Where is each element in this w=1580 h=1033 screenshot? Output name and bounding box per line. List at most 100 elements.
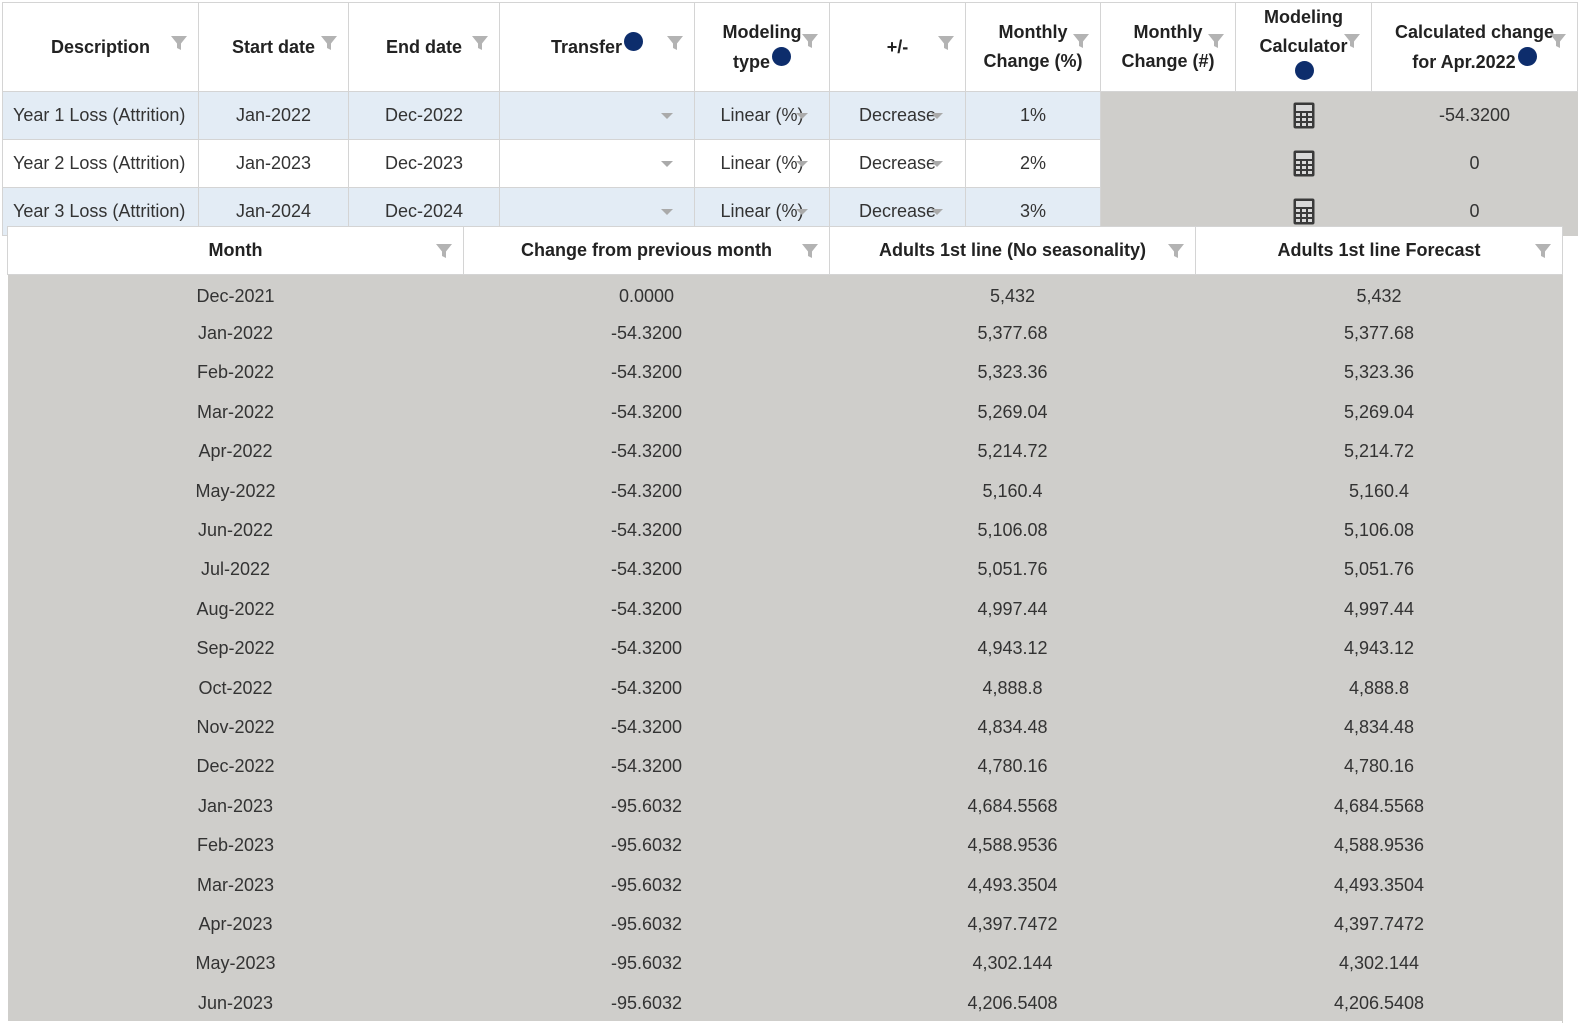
calculator-icon[interactable] (1293, 102, 1315, 129)
column-header-label: Modeling (722, 21, 802, 42)
column-header-monthly-change-pct[interactable]: Monthly Change (%) (965, 2, 1101, 92)
transfer-dropdown[interactable] (499, 91, 695, 140)
table-row: Jun-2022 -54.3200 5,106.08 5,106.08 (7, 510, 1563, 551)
column-header-label: Adults 1st line Forecast (1277, 240, 1481, 260)
no-seasonality-cell: 4,493.3504 (829, 865, 1196, 905)
monthly-change-pct-cell[interactable]: 1% (965, 91, 1101, 140)
calculated-change-cell: -54.3200 (1371, 91, 1578, 140)
filter-icon[interactable] (1534, 242, 1552, 260)
column-header-label: Description (50, 36, 151, 57)
column-header-change-from-previous-month[interactable]: Change from previous month (463, 226, 830, 275)
table-row: Mar-2022 -54.3200 5,269.04 5,269.04 (7, 392, 1563, 433)
month-cell: Dec-2022 (7, 747, 464, 787)
column-header-forecast[interactable]: Adults 1st line Forecast (1195, 226, 1563, 275)
table-row: Jul-2022 -54.3200 5,051.76 5,051.76 (7, 550, 1563, 590)
table-row: Jan-2022 -54.3200 5,377.68 5,377.68 (7, 313, 1563, 354)
column-header-label: for Apr.2022 (1412, 51, 1516, 72)
filter-icon[interactable] (666, 34, 684, 52)
filter-icon[interactable] (435, 242, 453, 260)
calculator-icon[interactable] (1293, 198, 1315, 225)
plus-minus-dropdown[interactable]: Decrease (829, 91, 966, 140)
column-header-monthly-change-num[interactable]: Monthly Change (#) (1100, 2, 1236, 92)
filter-icon[interactable] (170, 34, 188, 52)
modeling-type-dropdown[interactable]: Linear (%) (694, 139, 830, 188)
start-date-text: Jan-2022 (235, 105, 312, 125)
filter-icon[interactable] (937, 34, 955, 52)
column-header-label: type (732, 51, 770, 72)
month-cell: Feb-2022 (7, 353, 464, 393)
forecast-cell: 5,106.08 (1195, 510, 1563, 551)
column-header-end-date[interactable]: End date (348, 2, 500, 92)
change-cell: -54.3200 (463, 629, 830, 669)
chevron-down-icon[interactable] (796, 160, 808, 167)
chevron-down-icon[interactable] (796, 112, 808, 119)
info-icon[interactable] (624, 32, 644, 51)
chevron-down-icon[interactable] (931, 208, 943, 215)
info-icon[interactable] (1517, 46, 1537, 66)
plus-minus-dropdown[interactable]: Decrease (829, 139, 966, 188)
calculator-icon[interactable] (1293, 150, 1315, 177)
table-row: Apr-2023 -95.6032 4,397.7472 4,397.7472 (7, 904, 1563, 945)
filter-icon[interactable] (801, 32, 819, 50)
transfer-dropdown[interactable] (499, 139, 695, 188)
chevron-down-icon[interactable] (661, 208, 673, 215)
column-header-start-date[interactable]: Start date (198, 2, 349, 92)
filter-icon[interactable] (471, 34, 489, 52)
chevron-down-icon[interactable] (661, 112, 673, 119)
column-header-transfer[interactable]: Transfer (499, 2, 695, 92)
month-cell: Nov-2022 (7, 707, 464, 748)
column-header-modeling-calculator[interactable]: Modeling Calculator (1235, 2, 1372, 92)
modeling-type-dropdown[interactable]: Linear (%) (694, 91, 830, 140)
forecast-cell: 5,214.72 (1195, 432, 1563, 472)
no-seasonality-cell: 4,684.5568 (829, 786, 1196, 826)
no-seasonality-cell: 4,780.16 (829, 747, 1196, 787)
chevron-down-icon[interactable] (661, 160, 673, 167)
modeling-row: Year 1 Loss (Attrition) Jan-2022 Dec-2022 L… (2, 91, 1578, 140)
month-cell: Dec-2021 (7, 274, 464, 314)
info-icon[interactable] (1295, 61, 1314, 80)
column-header-calculated-change[interactable]: Calculated change for Apr.2022 (1371, 2, 1578, 92)
column-header-label: Month (208, 240, 263, 260)
column-header-label: Monthly (998, 22, 1068, 42)
chevron-down-icon[interactable] (931, 112, 943, 119)
column-header-no-seasonality[interactable]: Adults 1st line (No seasonality) (829, 226, 1196, 275)
no-seasonality-cell: 4,588.9536 (829, 825, 1196, 866)
monthly-change-pct-cell[interactable]: 2% (965, 139, 1101, 188)
change-cell: -54.3200 (463, 313, 830, 354)
monthly-change-num-cell (1100, 139, 1236, 188)
change-cell: -54.3200 (463, 747, 830, 787)
no-seasonality-cell: 5,106.08 (829, 510, 1196, 551)
month-cell: Apr-2023 (7, 904, 464, 945)
description-cell[interactable]: Year 1 Loss (Attrition) (2, 91, 199, 140)
info-icon[interactable] (772, 46, 791, 66)
description-cell[interactable]: Year 2 Loss (Attrition) (2, 139, 199, 188)
chevron-down-icon[interactable] (796, 208, 808, 215)
chevron-down-icon[interactable] (931, 160, 943, 167)
change-cell: -95.6032 (463, 904, 830, 945)
filter-icon[interactable] (1167, 242, 1185, 260)
filter-icon[interactable] (801, 242, 819, 260)
modeling-type-value: Linear (%) (720, 201, 804, 221)
forecast-cell: 4,588.9536 (1195, 825, 1563, 866)
column-header-description[interactable]: Description (2, 2, 199, 92)
column-header-modeling-type[interactable]: Modeling type (694, 2, 830, 92)
change-cell: -54.3200 (463, 432, 830, 472)
end-date-cell[interactable]: Dec-2023 (348, 139, 500, 188)
filter-icon[interactable] (1343, 32, 1361, 50)
table-row: Nov-2022 -54.3200 4,834.48 4,834.48 (7, 707, 1563, 748)
modeling-type-value: Linear (%) (720, 105, 804, 125)
start-date-cell[interactable]: Jan-2023 (198, 139, 349, 188)
filter-icon[interactable] (1072, 32, 1090, 50)
no-seasonality-cell: 5,323.36 (829, 353, 1196, 393)
filter-icon[interactable] (320, 34, 338, 52)
filter-icon[interactable] (1207, 32, 1225, 50)
column-header-plus-minus[interactable]: +/- (829, 2, 966, 92)
start-date-cell[interactable]: Jan-2022 (198, 91, 349, 140)
column-header-month[interactable]: Month (7, 226, 464, 275)
end-date-cell[interactable]: Dec-2022 (348, 91, 500, 140)
forecast-cell: 4,302.144 (1195, 944, 1563, 984)
change-cell: -95.6032 (463, 983, 830, 1023)
change-cell: -54.3200 (463, 550, 830, 590)
filter-icon[interactable] (1549, 32, 1567, 50)
modeling-calculator-cell (1235, 139, 1372, 188)
